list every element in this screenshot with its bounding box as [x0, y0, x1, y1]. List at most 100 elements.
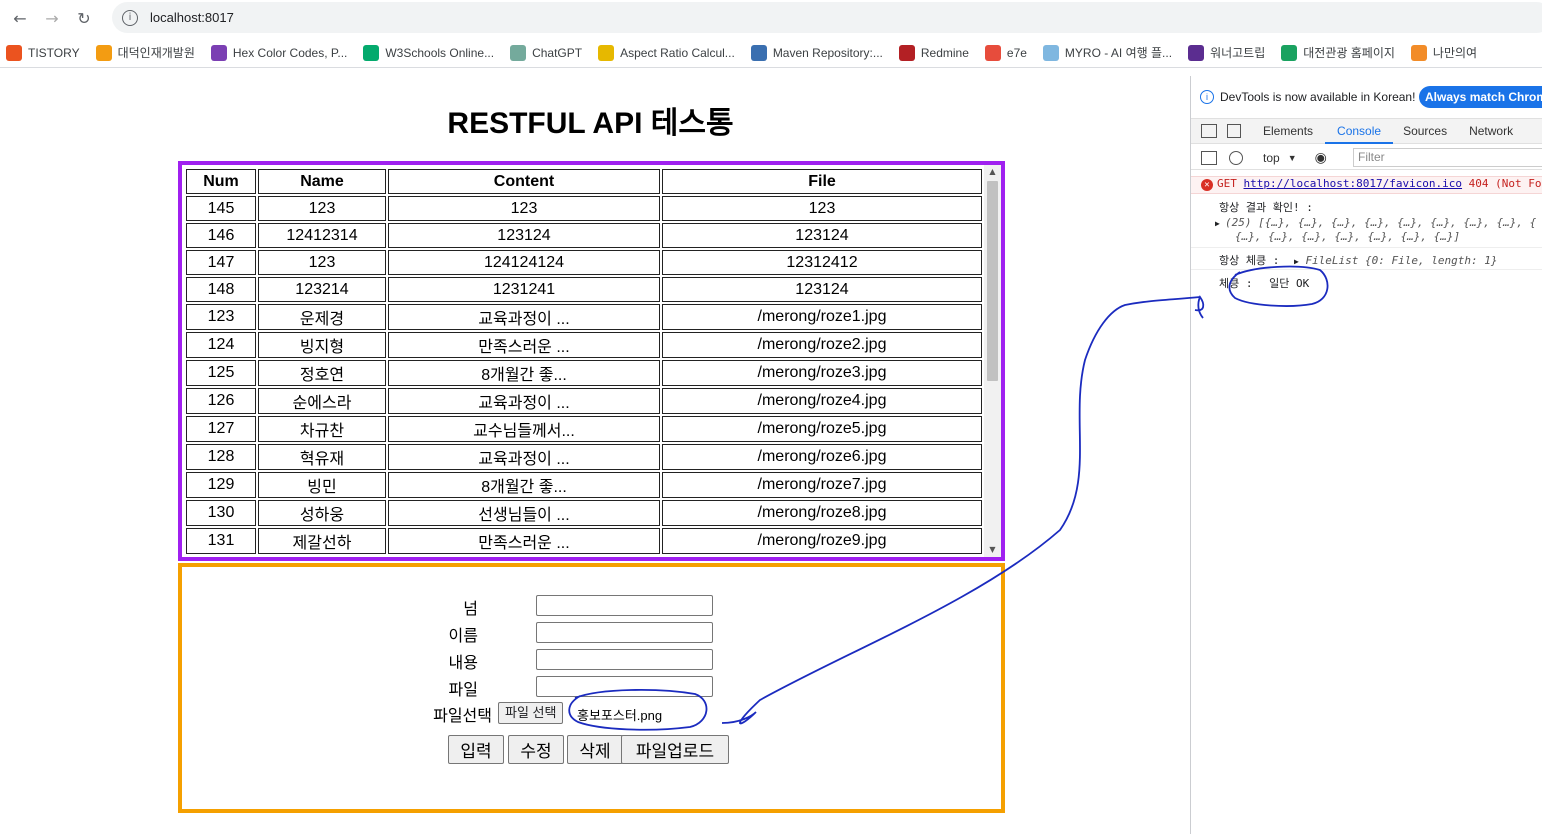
table-row[interactable]: 148 123214 1231241 123124 — [186, 277, 982, 302]
device-toolbar-icon[interactable] — [1227, 124, 1241, 138]
cell-num: 128 — [186, 444, 256, 470]
file-label: 파일 — [448, 682, 478, 699]
scroll-thumb[interactable] — [987, 181, 998, 381]
table-row[interactable]: 147 123 124124124 12312412 — [186, 250, 982, 275]
eye-icon[interactable]: ◉ — [1315, 149, 1327, 166]
tab-network[interactable]: Network — [1469, 119, 1513, 144]
console-log-array[interactable]: ▶ (25) [{…}, {…}, {…}, {…}, {…}, {…}, {…… — [1215, 216, 1536, 229]
console-filelist-value[interactable]: FileList {0: File, length: 1} — [1305, 254, 1497, 267]
console-filter-input[interactable]: Filter — [1353, 148, 1542, 167]
data-table: Num Name Content File 145 123 123 123 146 124… — [184, 167, 984, 555]
table-row[interactable]: 128 혁유재 교육과정이 .../merong/roze6.jpg — [186, 444, 982, 470]
bookmark-label: Hex Color Codes, P... — [232, 45, 348, 60]
bookmark-item[interactable]: MYRO - AI 여행 플... — [1042, 44, 1173, 61]
table-row[interactable]: 146 12412314 123124 123124 — [186, 223, 982, 248]
console-ok-value: 일단 OK — [1269, 277, 1310, 290]
table-row[interactable]: 129 빙민 8개월간 좋.../merong/roze7.jpg — [186, 472, 982, 498]
bookmark-item[interactable]: Maven Repository:... — [750, 44, 883, 61]
bookmark-item[interactable]: W3Schools Online... — [363, 44, 495, 61]
clear-console-icon[interactable] — [1229, 150, 1243, 165]
cell-num: 124 — [186, 332, 256, 358]
browser-toolbar: ← → ↻ i localhost:8017 — [0, 0, 1542, 36]
num-input[interactable] — [536, 595, 713, 616]
cell-file: 123 — [662, 196, 982, 221]
bookmark-item[interactable]: ChatGPT — [510, 44, 582, 61]
bookmark-item[interactable]: 대덕인재개발원 — [95, 44, 195, 61]
tab-console[interactable]: Console — [1325, 119, 1394, 144]
cell-content: 교육과정이 ... — [388, 444, 660, 470]
cell-content: 1231241 — [388, 277, 660, 302]
scroll-down-icon[interactable]: ▼ — [984, 543, 1001, 557]
cell-name: 123214 — [258, 277, 386, 302]
upload-button[interactable]: 파일업로드 — [621, 735, 729, 764]
tab-elements[interactable]: Elements — [1263, 119, 1313, 144]
header-content: Content — [388, 169, 660, 194]
table-row[interactable]: 131 제갈선하 만족스러운 .../merong/roze9.jpg — [186, 528, 982, 554]
error-status: 404 (Not Fo — [1468, 177, 1542, 190]
bookmark-label: MYRO - AI 여행 플... — [1064, 46, 1173, 60]
table-row[interactable]: 130 성하웅 선생님들이 .../merong/roze8.jpg — [186, 500, 982, 526]
error-url-link[interactable]: http://localhost:8017/favicon.ico — [1244, 177, 1463, 190]
bookmark-item[interactable]: 대전관광 홈페이지 — [1281, 44, 1395, 61]
inspect-element-icon[interactable] — [1201, 124, 1217, 138]
cell-file: /merong/roze8.jpg — [662, 500, 982, 526]
reload-icon[interactable]: ↻ — [72, 6, 96, 30]
site-info-icon[interactable]: i — [122, 9, 138, 26]
cell-num: 130 — [186, 500, 256, 526]
table-row[interactable]: 123 운제경 교육과정이 .../merong/roze1.jpg — [186, 304, 982, 330]
expand-arrow-icon[interactable]: ▶ — [1294, 257, 1299, 266]
delete-button[interactable]: 삭제 — [567, 735, 623, 764]
table-row[interactable]: 127 차규찬 교수님들께서.../merong/roze5.jpg — [186, 416, 982, 442]
address-bar[interactable]: i localhost:8017 — [112, 2, 1542, 33]
table-row[interactable]: 145 123 123 123 — [186, 196, 982, 221]
cell-name: 차규찬 — [258, 416, 386, 442]
bookmark-item[interactable]: 워너고트립 — [1188, 44, 1265, 61]
update-button[interactable]: 수정 — [508, 735, 564, 764]
sidebar-toggle-icon[interactable] — [1201, 150, 1217, 165]
context-select[interactable]: top — [1263, 151, 1280, 165]
cell-num: 145 — [186, 196, 256, 221]
console-separator — [1191, 269, 1542, 270]
bookmark-item[interactable]: 나만의여 — [1410, 44, 1477, 61]
cell-content: 교수님들께서... — [388, 416, 660, 442]
chevron-down-icon[interactable]: ▼ — [1288, 153, 1297, 163]
tab-sources[interactable]: Sources — [1403, 119, 1447, 144]
bookmark-favicon-icon — [898, 44, 915, 61]
cell-num: 127 — [186, 416, 256, 442]
table-row[interactable]: 124 빙지형 만족스러운 .../merong/roze2.jpg — [186, 332, 982, 358]
name-input[interactable] — [536, 622, 713, 643]
table-scrollbar[interactable]: ▲ ▼ — [984, 165, 1001, 557]
error-icon: ✕ — [1201, 179, 1213, 191]
cell-content: 124124124 — [388, 250, 660, 275]
devtools-notice-text: DevTools is now available in Korean! — [1220, 90, 1416, 104]
bookmark-label: W3Schools Online... — [385, 45, 495, 60]
content-input[interactable] — [536, 649, 713, 670]
header-file: File — [662, 169, 982, 194]
cell-name: 성하웅 — [258, 500, 386, 526]
bookmark-item[interactable]: Redmine — [898, 44, 969, 61]
file-choose-button[interactable]: 파일 선택 — [498, 702, 564, 724]
bookmark-item[interactable]: TISTORY — [6, 44, 80, 61]
content-label: 내용 — [448, 655, 478, 672]
bookmark-item[interactable]: e7e — [984, 44, 1027, 61]
cell-file: /merong/roze1.jpg — [662, 304, 982, 330]
cell-file: /merong/roze5.jpg — [662, 416, 982, 442]
page-title: RESTFUL API 테스통 — [447, 107, 734, 140]
table-row[interactable]: 126 순에스라 교육과정이 .../merong/roze4.jpg — [186, 388, 982, 414]
file-path-input[interactable] — [536, 676, 713, 697]
chosen-file-name: 홍보포스터.png — [577, 708, 663, 723]
console-error: ✕ GET http://localhost:8017/favicon.ico 4… — [1191, 176, 1542, 194]
always-match-chrome-button[interactable]: Always match Chrome — [1419, 86, 1542, 108]
cell-name: 123 — [258, 196, 386, 221]
scroll-up-icon[interactable]: ▲ — [984, 165, 1001, 179]
cell-file: /merong/roze7.jpg — [662, 472, 982, 498]
back-icon[interactable]: ← — [8, 6, 32, 30]
bookmark-item[interactable]: Aspect Ratio Calcul... — [598, 44, 735, 61]
expand-arrow-icon[interactable]: ▶ — [1215, 219, 1220, 228]
table-row[interactable]: 125 정호연 8개월간 좋.../merong/roze3.jpg — [186, 360, 982, 386]
forward-icon[interactable]: → — [40, 6, 64, 30]
cell-content: 123124 — [388, 223, 660, 248]
bookmark-item[interactable]: Hex Color Codes, P... — [210, 44, 348, 61]
console-log-line: 항상 결과 확인! : — [1219, 201, 1313, 214]
insert-button[interactable]: 입력 — [448, 735, 504, 764]
